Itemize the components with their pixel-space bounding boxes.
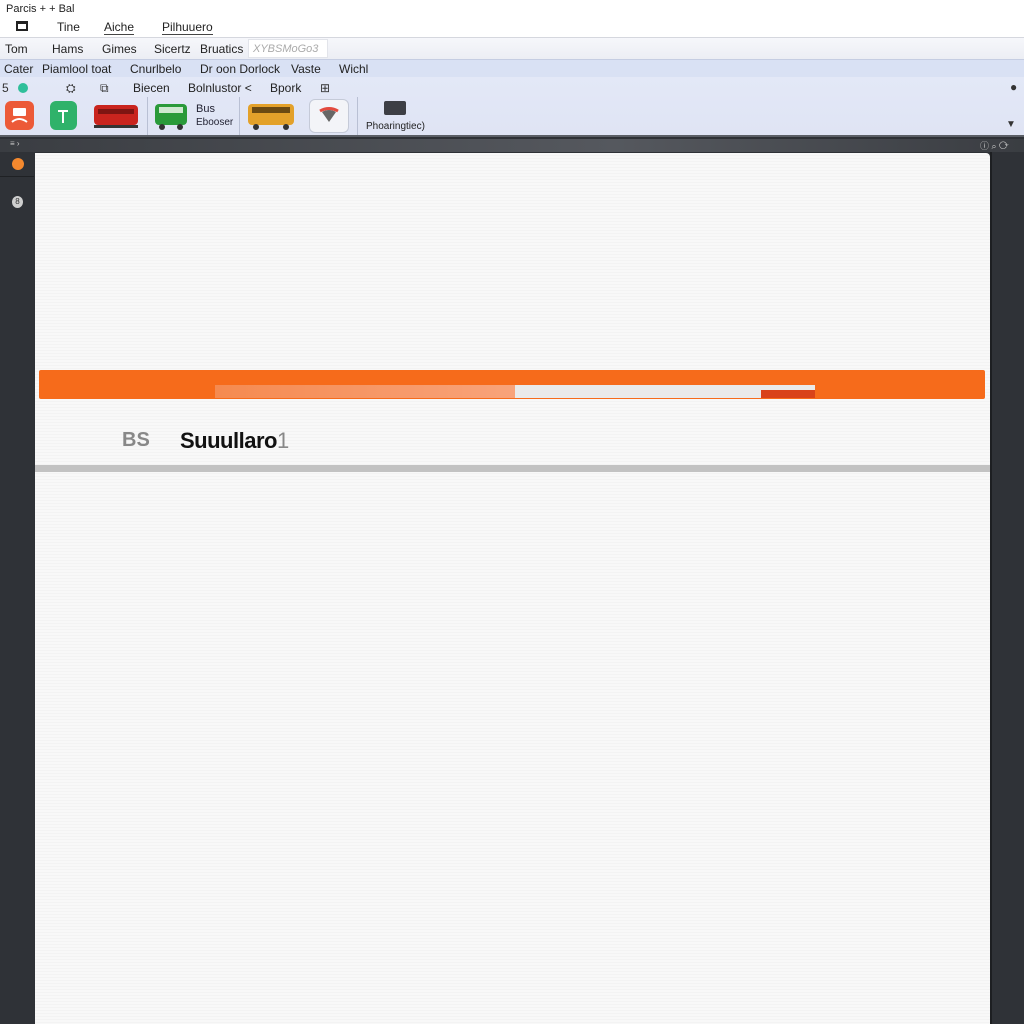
menu-item-cnurlbelo[interactable]: Cnurlbelo xyxy=(130,62,181,76)
red-train-icon xyxy=(94,105,138,128)
progress-fill xyxy=(215,385,515,398)
ribbon-toolbar: 5 ⛭ ⧉ Biecen Bolnlustor < Bpork ⊞ ● Bus … xyxy=(0,77,1024,137)
separator xyxy=(357,97,358,135)
heading-title: Suuullaro1 xyxy=(180,428,289,454)
menu-item-gimes[interactable]: Gimes xyxy=(102,42,137,56)
grid-icon[interactable]: ⊞ xyxy=(320,81,330,95)
green-signal-app-button[interactable] xyxy=(50,101,77,130)
puzzle-icon[interactable]: ⧉ xyxy=(100,81,109,96)
frame-status-icons[interactable]: ⓘ ⌕ ⟳ xyxy=(980,139,1009,152)
signal-icon xyxy=(58,110,68,123)
frame-label: ≡ › xyxy=(10,139,20,148)
title-bar: Parcis + + Bal Tine Aiche Pilhuuero xyxy=(0,0,1024,37)
menu-item-dorlock[interactable]: Dr oon Dorlock xyxy=(200,62,280,76)
bus-label-line1: Bus xyxy=(196,103,215,115)
menu-item-sicertz[interactable]: Sicertz xyxy=(154,42,191,56)
user-icon[interactable]: ● xyxy=(1010,80,1017,94)
bus-label-line2: Ebooser xyxy=(196,117,234,128)
orange-train-app-button[interactable] xyxy=(5,101,34,130)
menu-item-piamlool[interactable]: Piamlool toat xyxy=(42,62,111,76)
left-tool-strip: 8 xyxy=(0,152,34,1024)
tab-bolnlustor[interactable]: Bolnlustor < xyxy=(188,81,252,95)
teal-drop-icon[interactable] xyxy=(18,83,28,93)
pin-icon[interactable]: 8 xyxy=(12,196,23,208)
menu-item-bruatics[interactable]: Bruatics xyxy=(200,42,243,56)
menu-item-tom[interactable]: Tom xyxy=(5,42,28,56)
yellow-tram-icon xyxy=(248,104,294,130)
menu-item-hams[interactable]: Hams xyxy=(52,42,83,56)
menu-row-primary: Tine Aiche Pilhuuero xyxy=(0,18,1024,37)
tab-bpork[interactable]: Bpork xyxy=(270,81,301,95)
ribbon-collapse-icon[interactable]: ▼ xyxy=(1006,119,1016,130)
menu-item-vaste[interactable]: Vaste xyxy=(291,62,321,76)
orange-dot-icon[interactable] xyxy=(12,158,24,170)
robot-icon[interactable]: ⛭ xyxy=(66,81,76,96)
preview-image-icon[interactable] xyxy=(384,101,406,115)
heart-marker-button[interactable] xyxy=(309,99,349,133)
separator xyxy=(147,97,148,135)
green-bus-icon xyxy=(155,104,187,130)
preview-label: Phoaringtiec) xyxy=(366,121,425,132)
menu-item-tine[interactable]: Tine xyxy=(57,20,80,34)
progress-track xyxy=(215,385,815,398)
horizontal-rule xyxy=(35,465,990,472)
search-input[interactable]: XYBSMoGo3 xyxy=(248,39,328,58)
highlight-banner xyxy=(39,370,985,399)
menu-item-pilhuuero[interactable]: Pilhuuero xyxy=(162,20,213,35)
frame-bar: ≡ › ⓘ ⌕ ⟳ xyxy=(0,139,1024,152)
heart-marker-icon xyxy=(319,107,339,122)
heading-number: 1 xyxy=(276,428,289,453)
menu-row-tertiary: Cater Piamlool toat Cnurlbelo Dr oon Dor… xyxy=(0,59,1024,77)
app-title: Parcis + + Bal xyxy=(6,3,75,15)
menu-item-wichl[interactable]: Wichl xyxy=(339,62,368,76)
green-bus-button[interactable]: Bus Ebooser xyxy=(153,101,237,135)
strip-divider xyxy=(0,176,34,177)
tab-biecen[interactable]: Biecen xyxy=(133,81,170,95)
right-scroll-strip[interactable] xyxy=(990,152,1024,1024)
menu-item-aiche[interactable]: Aiche xyxy=(104,20,135,35)
progress-marker xyxy=(761,390,815,398)
menu-row-secondary: Tom Hams Gimes Sicertz Bruatics XYBSMoGo… xyxy=(0,37,1024,59)
heading-prefix: BS xyxy=(122,429,150,451)
heading-title-text: Suuullaro xyxy=(180,428,277,453)
red-train-button[interactable] xyxy=(92,101,140,135)
page-number-indicator: 5 xyxy=(2,81,9,95)
separator xyxy=(239,97,240,135)
heading-row: BS Suuullaro1 xyxy=(35,423,990,463)
yellow-tram-button[interactable] xyxy=(246,101,296,135)
menu-item-cater[interactable]: Cater xyxy=(4,62,33,76)
document-canvas: BS Suuullaro1 xyxy=(35,153,990,1024)
train-face-icon xyxy=(11,108,28,123)
